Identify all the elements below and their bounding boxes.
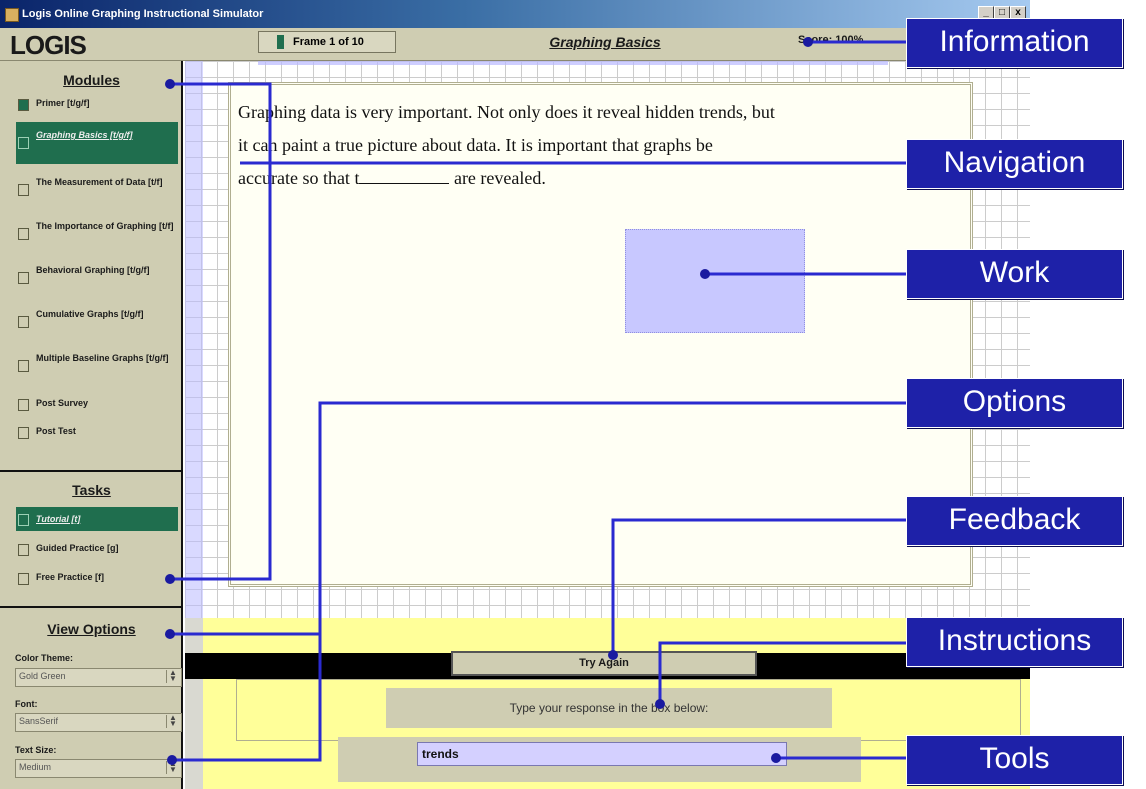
callout-dot: [165, 79, 175, 89]
callout-options: Options: [906, 378, 1123, 428]
callout-dot: [608, 650, 618, 660]
callout-line-navigation-bracket: [170, 82, 272, 581]
callout-dot: [655, 699, 665, 709]
callout-line-feedback: [611, 518, 906, 655]
callout-navigation: Navigation: [906, 139, 1123, 189]
callout-line-options: [172, 401, 906, 762]
callout-instructions: Instructions: [906, 617, 1123, 667]
callout-dot: [771, 753, 781, 763]
callout-dot: [700, 269, 710, 279]
callout-tools: Tools: [906, 735, 1123, 785]
callout-dot: [167, 755, 177, 765]
callout-work: Work: [906, 249, 1123, 299]
callout-dot: [165, 629, 175, 639]
callout-information: Information: [906, 18, 1123, 68]
callout-dot: [803, 37, 813, 47]
callout-line-instructions: [658, 641, 906, 704]
callout-feedback: Feedback: [906, 496, 1123, 546]
callout-dot: [165, 574, 175, 584]
